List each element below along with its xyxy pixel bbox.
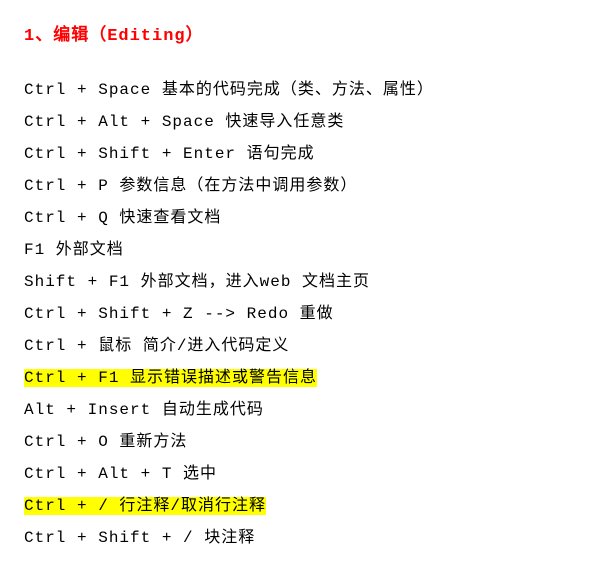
shortcut-item: Ctrl + O 重新方法: [24, 426, 569, 458]
shortcut-item-highlighted: Ctrl + / 行注释/取消行注释: [24, 490, 569, 522]
shortcut-item: Ctrl + Shift + / 块注释: [24, 522, 569, 554]
shortcut-item: Shift + F1 外部文档，进入web 文档主页: [24, 266, 569, 298]
shortcut-item: Ctrl + 鼠标 简介/进入代码定义: [24, 330, 569, 362]
shortcut-item: Ctrl + Q 快速查看文档: [24, 202, 569, 234]
section-heading: 1、编辑（Editing）: [24, 20, 569, 46]
shortcut-item: Ctrl + Space 基本的代码完成（类、方法、属性）: [24, 74, 569, 106]
highlighted-text: Ctrl + F1 显示错误描述或警告信息: [24, 369, 317, 387]
highlighted-text: Ctrl + / 行注释/取消行注释: [24, 497, 266, 515]
shortcut-item-highlighted: Ctrl + F1 显示错误描述或警告信息: [24, 362, 569, 394]
shortcut-item: Ctrl + Alt + Space 快速导入任意类: [24, 106, 569, 138]
shortcut-list: Ctrl + Space 基本的代码完成（类、方法、属性） Ctrl + Alt…: [24, 74, 569, 554]
shortcut-item: Ctrl + Shift + Enter 语句完成: [24, 138, 569, 170]
shortcut-item: Ctrl + Alt + T 选中: [24, 458, 569, 490]
shortcut-item: Ctrl + Shift + Z --> Redo 重做: [24, 298, 569, 330]
shortcut-item: Ctrl + P 参数信息（在方法中调用参数）: [24, 170, 569, 202]
shortcut-item: F1 外部文档: [24, 234, 569, 266]
shortcut-item: Alt + Insert 自动生成代码: [24, 394, 569, 426]
